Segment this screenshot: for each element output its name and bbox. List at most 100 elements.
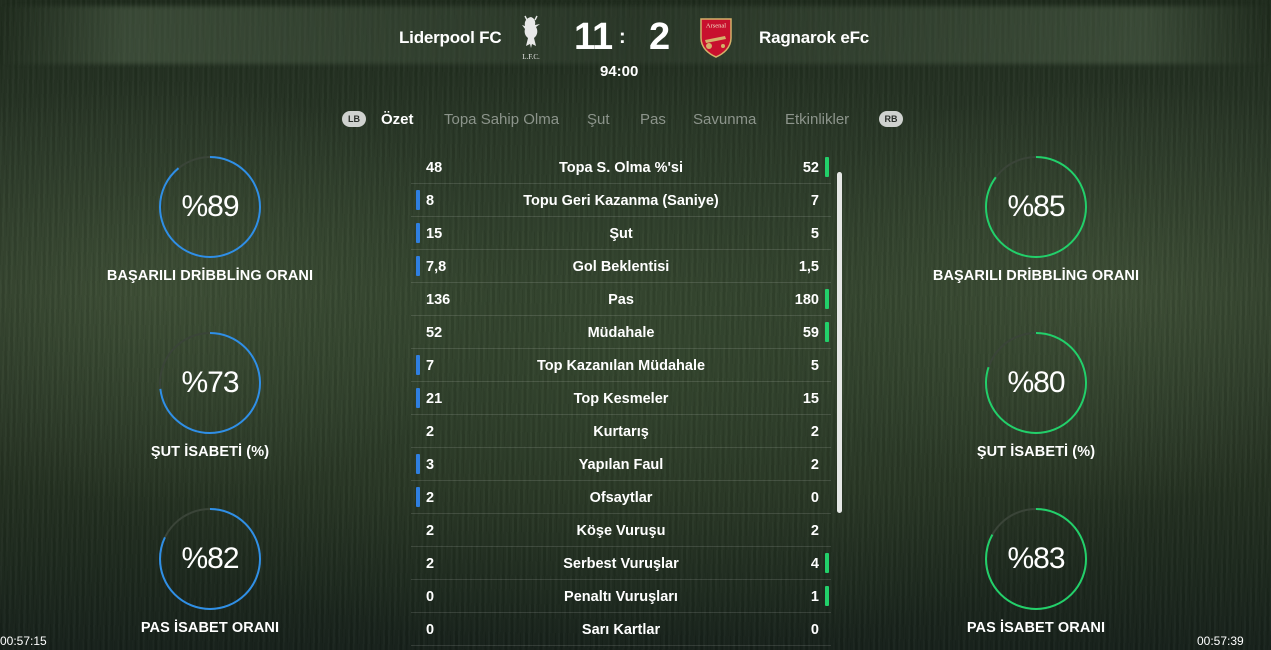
stat-home-value: 52 [426,325,443,341]
ring-value: %80 [1007,366,1065,399]
stat-away-value: 2 [810,424,819,440]
score-separator: : [619,26,626,48]
match-stats-table[interactable]: 48 Topa S. Olma %'si 52 8 Topu Geri Kazanma … [411,151,837,650]
stat-row: 136 Pas 180 [411,283,831,316]
away-leader-bar [825,289,829,309]
stat-row: 2 Ofsaytlar 0 [411,481,831,514]
stat-row: 0 Sarı Kartlar 0 [411,613,831,646]
tab-topa-sahip-olma[interactable]: Topa Sahip Olma [444,111,559,128]
away-team-name: Ragnarok eFc [759,28,870,47]
stat-label: Gol Beklentisi [572,259,670,275]
home-shot-accuracy-ring: %73 [158,331,262,435]
stat-label: Şut [609,226,633,242]
away-dribbling-label: BAŞARILI DRİBBLİNG ORANI [932,268,1140,284]
scoreboard-bar [0,6,1271,64]
stat-home-value: 136 [426,292,451,308]
stat-home-value: 2 [426,523,435,539]
stat-away-value: 5 [810,358,819,374]
stat-label: Top Kazanılan Müdahale [536,358,706,374]
stat-home-value: 2 [426,424,435,440]
ring-value: %83 [1007,542,1065,575]
liverbird-crest-icon: L.F.C. [522,15,540,61]
away-shot-accuracy-ring: %80 [984,331,1088,435]
stat-row: 7,8 Gol Beklentisi 1,5 [411,250,831,283]
away-pass-accuracy-ring: %83 [984,507,1088,611]
stat-home-value: 21 [426,391,443,407]
stat-home-value: 48 [426,160,443,176]
stats-scrollbar[interactable] [837,172,842,513]
stat-away-value: 0 [810,490,819,506]
stat-away-value: 0 [810,622,819,638]
stat-home-value: 7,8 [426,259,447,275]
video-timestamp-left: 00:57:15 [0,634,47,648]
stat-home-value: 7 [426,358,435,374]
home-leader-bar [416,256,420,276]
home-leader-bar [416,355,420,375]
stat-label: Yapılan Faul [578,457,664,473]
stat-label: Topu Geri Kazanma (Saniye) [523,193,719,209]
match-clock: 94:00 [600,63,639,80]
home-dribbling-ring: %89 [158,155,262,259]
tab-savunma[interactable]: Savunma [693,111,756,128]
stats-tab-bar: LB Özet Topa Sahip Olma Şut Pas Savunma … [0,111,1271,131]
stat-away-value: 180 [794,292,819,308]
away-dribbling-ring: %85 [984,155,1088,259]
stat-home-value: 15 [426,226,443,242]
stat-label: Kurtarış [593,424,649,440]
stat-label: Penaltı Vuruşları [564,589,678,605]
stat-away-value: 7 [810,193,819,209]
stat-label: Topa S. Olma %'si [558,160,684,176]
home-leader-bar [416,454,420,474]
stat-home-value: 3 [426,457,435,473]
home-pass-accuracy-ring: %82 [158,507,262,611]
tab-etkinlikler[interactable]: Etkinlikler [785,111,849,128]
tab-sut[interactable]: Şut [587,111,610,128]
away-leader-bar [825,322,829,342]
away-leader-bar [825,157,829,177]
stat-row: 7 Top Kazanılan Müdahale 5 [411,349,831,382]
home-leader-bar [416,223,420,243]
ring-value: %82 [181,542,239,575]
stat-row: 48 Topa S. Olma %'si 52 [411,151,831,184]
stat-label: Sarı Kartlar [581,622,661,638]
stat-away-value: 15 [802,391,819,407]
stat-row: 0 Penaltı Vuruşları 1 [411,580,831,613]
away-shot-accuracy-label: ŞUT İSABETİ (%) [976,444,1096,460]
home-pass-accuracy-label: PAS İSABET ORANI [140,620,280,636]
stat-label: Müdahale [587,325,655,341]
stat-label: Pas [608,292,634,308]
ring-value: %85 [1007,190,1065,223]
home-leader-bar [416,388,420,408]
stat-home-value: 2 [426,556,435,572]
stat-away-value: 4 [810,556,819,572]
stat-row: 3 Yapılan Faul 2 [411,448,831,481]
away-score: 2 [649,16,670,58]
stat-label: Top Kesmeler [573,391,669,407]
stat-away-value: 1 [810,589,819,605]
stat-away-value: 2 [810,457,819,473]
away-pass-accuracy-label: PAS İSABET ORANI [966,620,1106,636]
stat-row: 2 Serbest Vuruşlar 4 [411,547,831,580]
home-leader-bar [416,190,420,210]
stat-away-value: 5 [810,226,819,242]
stat-row: 52 Müdahale 59 [411,316,831,349]
ring-value: %89 [181,190,239,223]
stat-home-value: 2 [426,490,435,506]
ring-value: %73 [181,366,239,399]
stat-home-value: 8 [426,193,435,209]
stat-row: 21 Top Kesmeler 15 [411,382,831,415]
stat-label: Serbest Vuruşlar [563,556,679,572]
stat-away-value: 1,5 [798,259,819,275]
home-leader-bar [416,487,420,507]
lb-button-icon[interactable]: LB [342,111,366,127]
stat-label: Köşe Vuruşu [576,523,666,539]
tab-pas[interactable]: Pas [640,111,666,128]
home-score: 11 [574,16,613,58]
rb-button-icon[interactable]: RB [879,111,903,127]
home-dribbling-label: BAŞARILI DRİBBLİNG ORANI [106,268,314,284]
away-leader-bar [825,586,829,606]
home-shot-accuracy-label: ŞUT İSABETİ (%) [150,444,270,460]
tab-ozet[interactable]: Özet [381,111,414,128]
stat-away-value: 2 [810,523,819,539]
away-leader-bar [825,553,829,573]
